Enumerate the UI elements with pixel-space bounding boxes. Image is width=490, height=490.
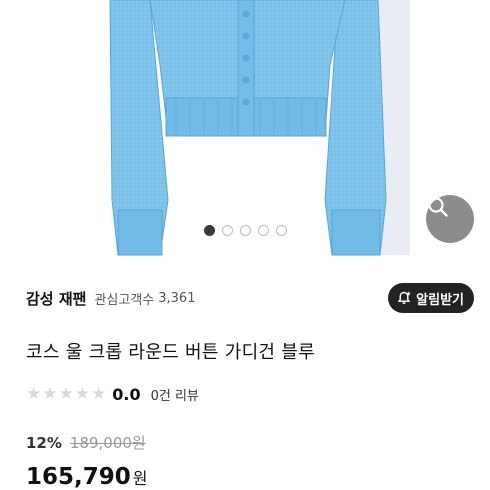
notify-button[interactable]: 알림받기: [388, 283, 474, 313]
sale-price: 165,790: [26, 464, 131, 490]
carousel-dot[interactable]: [203, 225, 215, 236]
bell-plus-icon: [397, 291, 411, 305]
brand-row: 감성 재팬 관심고객수 3,361 알림받기: [26, 283, 474, 313]
cardigan-image: [109, 0, 410, 256]
carousel-dot[interactable]: [257, 225, 269, 236]
product-title: 코스 울 크롭 라운드 버튼 가디건 블루: [26, 342, 316, 363]
original-price: 189,000원: [69, 434, 146, 452]
carousel-dot[interactable]: [239, 225, 251, 236]
carousel-indicator: [0, 225, 490, 236]
notify-label: 알림받기: [416, 292, 464, 308]
star-icon: ★: [42, 384, 58, 404]
discount-rate: 12%: [26, 434, 62, 452]
brand-name[interactable]: 감성 재팬: [26, 288, 86, 309]
followers-count: 3,361: [158, 290, 196, 306]
star-icon: ★: [74, 384, 90, 404]
star-icon: ★: [26, 384, 42, 404]
zoom-button[interactable]: [426, 195, 474, 243]
currency-label: 원: [132, 469, 148, 488]
carousel-dot[interactable]: [221, 225, 233, 236]
review-count[interactable]: 0건 리뷰: [151, 385, 199, 404]
carousel-dot[interactable]: [275, 225, 287, 236]
product-image[interactable]: [0, 0, 490, 260]
rating-value: 0.0: [112, 385, 141, 404]
price-discount-row: 12% 189,000원: [26, 432, 146, 453]
rating-row: ★ ★ ★ ★ ★ 0.0 0건 리뷰: [26, 385, 199, 404]
star-rating: ★ ★ ★ ★ ★: [26, 386, 106, 403]
star-icon: ★: [91, 384, 107, 404]
followers-label: 관심고객수: [94, 292, 155, 308]
sale-price-row: 165,790 원: [26, 464, 148, 490]
search-icon: [428, 197, 448, 217]
star-icon: ★: [58, 384, 74, 404]
